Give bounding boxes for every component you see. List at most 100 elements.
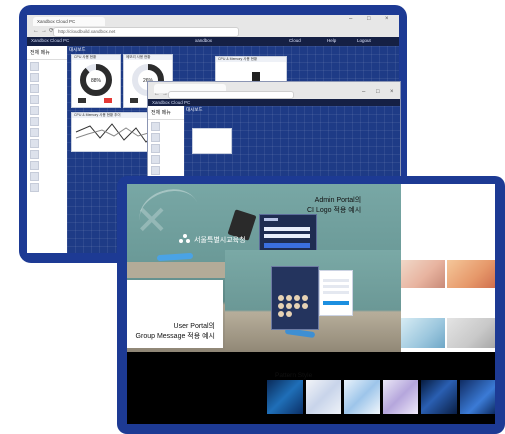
maximize-icon[interactable]: □ bbox=[367, 16, 371, 22]
pattern-thumbnail[interactable] bbox=[382, 380, 418, 414]
menu-icon bbox=[30, 117, 39, 126]
ci-logo: 서울특별시교육청 bbox=[179, 234, 246, 245]
username-field[interactable] bbox=[264, 227, 310, 231]
sidebar-item[interactable] bbox=[30, 150, 64, 159]
avatar bbox=[294, 303, 300, 309]
user-login-form bbox=[319, 270, 353, 316]
avatar bbox=[278, 311, 284, 317]
close-icon[interactable]: × bbox=[390, 89, 394, 95]
menu-icon bbox=[151, 155, 160, 164]
sidebar-item[interactable] bbox=[151, 122, 181, 131]
login-button[interactable] bbox=[264, 243, 310, 248]
menu-icon bbox=[151, 144, 160, 153]
sidebar-item[interactable] bbox=[151, 166, 181, 175]
message-widget bbox=[192, 128, 232, 154]
avatar bbox=[278, 303, 284, 309]
topbar-link-cloud[interactable]: Cloud bbox=[289, 38, 301, 43]
logo-text: 서울특별시교육청 bbox=[194, 236, 246, 244]
menu-icon bbox=[151, 166, 160, 175]
browser-chrome: Xandbox Cloud PC – □ × ←→⟳ http://cloudb… bbox=[27, 15, 399, 37]
menu-icon bbox=[30, 139, 39, 148]
admin-caption-line1: Admin Portal의 bbox=[314, 197, 362, 204]
app-brand: Xandbox Cloud PC bbox=[31, 38, 70, 43]
pattern-thumbnail[interactable] bbox=[421, 380, 457, 414]
education-office-logo-icon bbox=[179, 234, 190, 245]
menu-icon bbox=[30, 73, 39, 82]
avatar-grid bbox=[278, 295, 314, 317]
password-field[interactable] bbox=[323, 285, 349, 288]
avatar bbox=[302, 303, 308, 309]
browser-tab[interactable]: Xandbox Cloud PC bbox=[33, 17, 105, 26]
dashboard-window-overlay: ←→⟳ – □ × Xandbox Cloud PC 전체 메뉴 대시보드 bbox=[147, 81, 401, 183]
menu-icon bbox=[30, 161, 39, 170]
sidebar-item[interactable] bbox=[30, 106, 64, 115]
admin-caption-line2: CI Logo 적용 예시 bbox=[307, 207, 362, 214]
sidebar-item[interactable] bbox=[30, 62, 64, 71]
menu-icon bbox=[30, 84, 39, 93]
menu-icon bbox=[30, 95, 39, 104]
menu-icon bbox=[30, 150, 39, 159]
sidebar-item[interactable] bbox=[30, 139, 64, 148]
avatar bbox=[294, 295, 300, 301]
login-button[interactable] bbox=[323, 301, 349, 305]
maximize-icon[interactable]: □ bbox=[376, 89, 380, 95]
menu-icon bbox=[151, 133, 160, 142]
dashboard-area: 대시보드 bbox=[184, 106, 400, 182]
cpu-value: 88% bbox=[91, 78, 102, 84]
sidebar-item[interactable] bbox=[151, 155, 181, 164]
app-brand: Xandbox Cloud PC bbox=[152, 100, 191, 105]
address-bar[interactable]: http://cloudbuild.xandbox.net bbox=[53, 27, 239, 37]
pattern-thumbnail[interactable] bbox=[344, 380, 380, 414]
menu-icon bbox=[30, 172, 39, 181]
chalk-stroke: ✕ bbox=[135, 198, 169, 244]
user-caption: User Portal의 Group Message 적용 예시 bbox=[127, 322, 215, 342]
sidebar-item[interactable] bbox=[30, 183, 64, 192]
close-icon[interactable]: × bbox=[385, 16, 389, 22]
tab-dashboard[interactable]: 대시보드 bbox=[186, 107, 203, 113]
avatar bbox=[286, 311, 292, 317]
admin-logo bbox=[264, 218, 278, 221]
sidebar-item[interactable] bbox=[151, 144, 181, 153]
avatar bbox=[286, 303, 292, 309]
pattern-style-label: Pattern Style bbox=[275, 372, 313, 379]
pattern-thumbnail bbox=[447, 318, 495, 348]
sidebar-item[interactable] bbox=[30, 84, 64, 93]
topbar-link-logout[interactable]: Logout bbox=[357, 38, 371, 43]
cpu-donut-chart: 88% bbox=[78, 64, 112, 103]
portal-card: ✕ 서울특별시교육청 Admin Portal의 CI Logo 적용 예시 U… bbox=[117, 176, 505, 434]
chalk-image bbox=[156, 252, 194, 262]
user-portal-screenshot bbox=[225, 250, 401, 350]
avatar bbox=[286, 295, 292, 301]
cpu-widget: CPU 사용 현황 88% bbox=[71, 54, 121, 108]
pattern-thumbnail[interactable] bbox=[267, 380, 303, 414]
sidebar-item[interactable] bbox=[151, 133, 181, 142]
avatar bbox=[278, 295, 284, 301]
minimize-icon[interactable]: – bbox=[349, 16, 352, 22]
sidebar-item[interactable] bbox=[30, 117, 64, 126]
user-caption-line2: Group Message 적용 예시 bbox=[135, 333, 215, 340]
sidebar-item[interactable] bbox=[30, 172, 64, 181]
menu-icon bbox=[30, 62, 39, 71]
pattern-thumbnail[interactable] bbox=[305, 380, 341, 414]
sidebar-item[interactable] bbox=[30, 128, 64, 137]
sidebar-title: 전체 메뉴 bbox=[148, 106, 184, 120]
otp-field[interactable] bbox=[323, 291, 349, 294]
password-field[interactable] bbox=[264, 234, 310, 238]
app-topbar: Xandbox Cloud PC bbox=[148, 99, 400, 106]
sidebar-item[interactable] bbox=[30, 73, 64, 82]
minimize-icon[interactable]: – bbox=[362, 89, 365, 95]
user-name[interactable]: xandbox bbox=[195, 38, 212, 43]
user-caption-line1: User Portal의 bbox=[173, 323, 215, 330]
sidebar-title: 전체 메뉴 bbox=[27, 46, 67, 60]
sidebar-item[interactable] bbox=[30, 161, 64, 170]
topbar-link-help[interactable]: Help bbox=[327, 38, 336, 43]
tab-dashboard[interactable]: 대시보드 bbox=[69, 47, 86, 53]
pattern-thumbnail[interactable] bbox=[459, 380, 495, 414]
address-bar[interactable] bbox=[168, 91, 294, 99]
admin-caption: Admin Portal의 CI Logo 적용 예시 bbox=[307, 196, 361, 216]
app-topbar: Xandbox Cloud PC xandbox Cloud Help Logo… bbox=[27, 37, 399, 46]
sidebar-item[interactable] bbox=[30, 95, 64, 104]
username-field[interactable] bbox=[323, 279, 349, 282]
portal-collage: ✕ 서울특별시교육청 Admin Portal의 CI Logo 적용 예시 U… bbox=[127, 184, 495, 424]
browser-chrome: ←→⟳ – □ × bbox=[148, 82, 400, 99]
